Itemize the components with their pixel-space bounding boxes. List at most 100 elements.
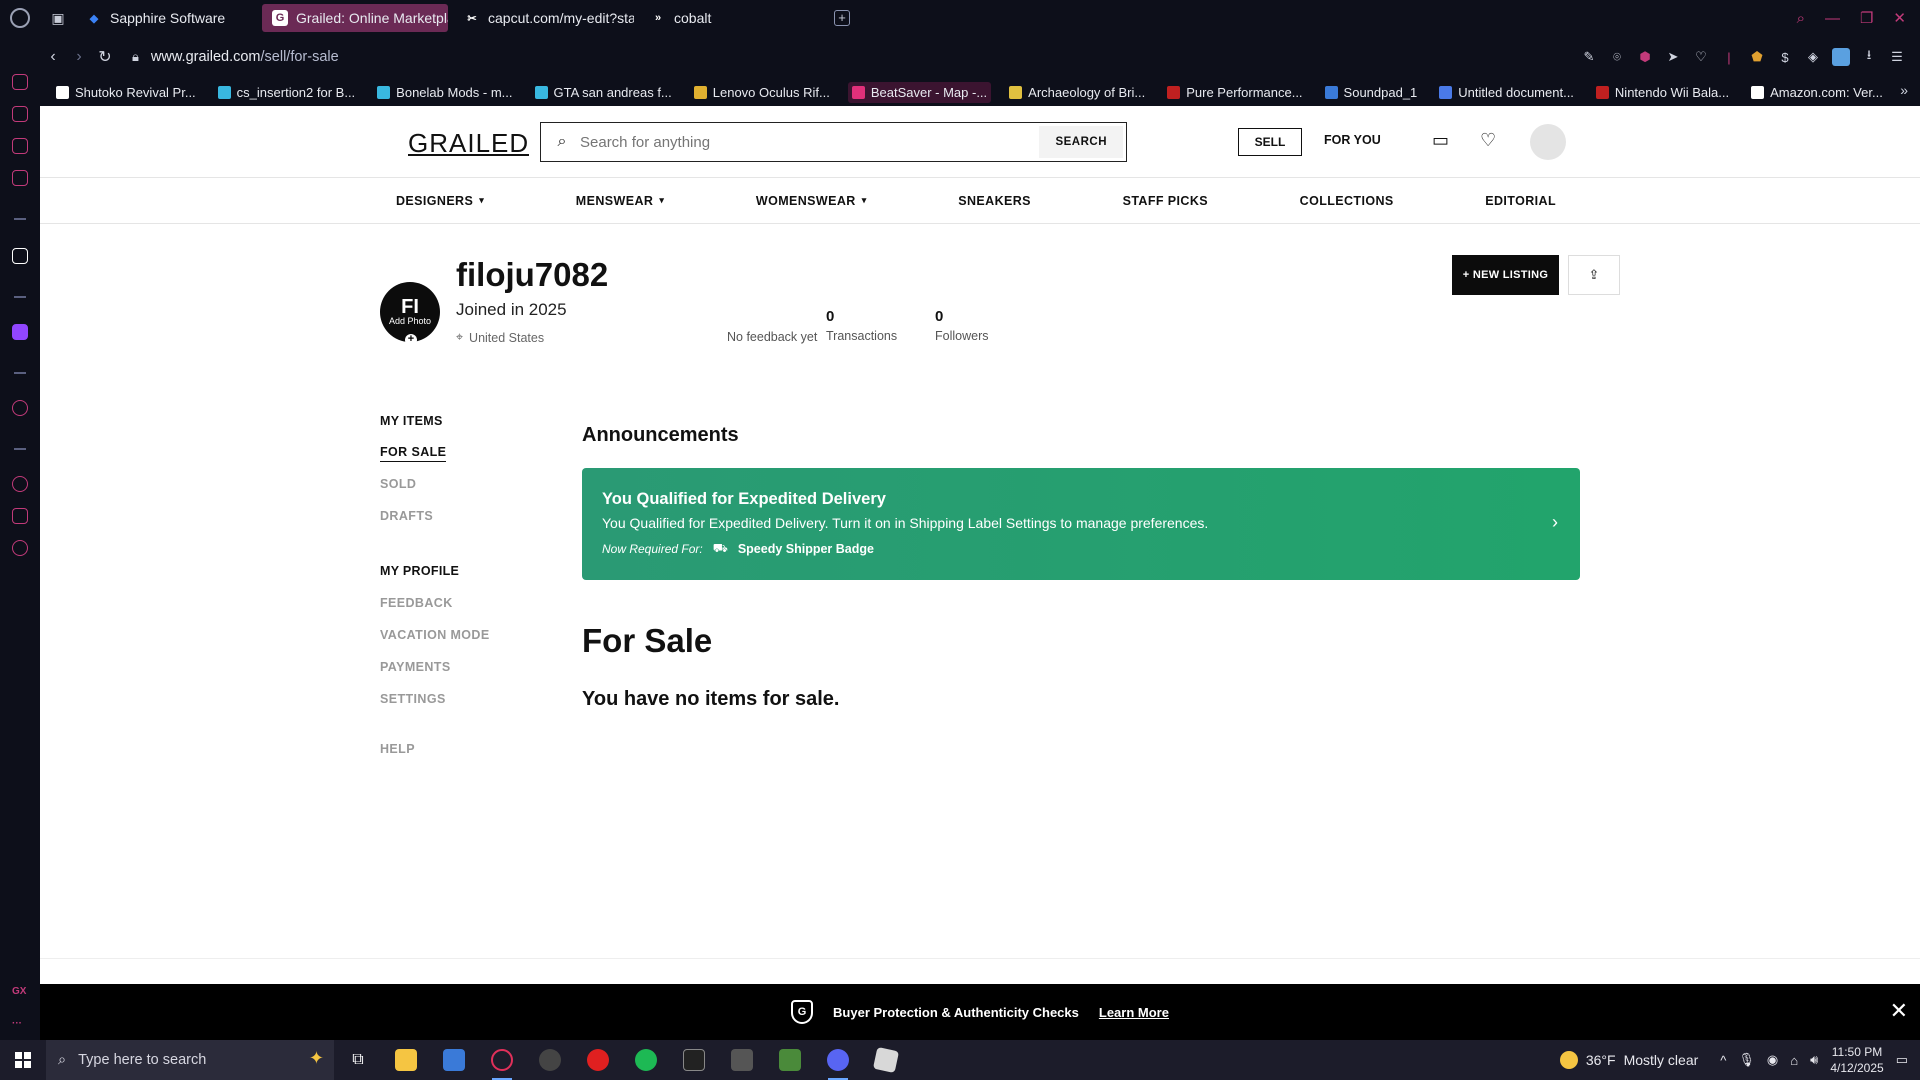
nav-designers[interactable]: DESIGNERS ▾	[396, 194, 484, 208]
sidebar-extensions-icon[interactable]	[12, 508, 28, 524]
sidebar-item-vacation[interactable]: VACATION MODE	[380, 628, 490, 642]
file-explorer-icon[interactable]	[382, 1040, 430, 1080]
sidebar-item-sold[interactable]: SOLD	[380, 477, 416, 491]
nav-editorial[interactable]: EDITORIAL	[1485, 194, 1556, 208]
bookmark-item[interactable]: Amazon.com: Ver...	[1747, 82, 1887, 103]
xbox-icon[interactable]	[718, 1040, 766, 1080]
nav-collections[interactable]: COLLECTIONS	[1300, 194, 1394, 208]
notifications-icon[interactable]: ▭	[1896, 1052, 1908, 1068]
back-icon[interactable]: ‹	[40, 48, 66, 66]
sidebar-refresh-icon[interactable]	[12, 74, 28, 90]
sidebar-mail-icon[interactable]	[12, 170, 28, 186]
share-icon[interactable]: ⇪	[1568, 255, 1620, 295]
bookmark-item[interactable]: Bonelab Mods - m...	[373, 82, 516, 103]
bookmark-item[interactable]: Nintendo Wii Bala...	[1592, 82, 1733, 103]
sidebar-more-icon[interactable]: ···	[12, 1018, 22, 1029]
sell-button[interactable]: SELL	[1238, 128, 1302, 156]
new-listing-button[interactable]: + NEW LISTING	[1452, 255, 1559, 295]
medal-icon[interactable]: ⬟	[1748, 48, 1766, 66]
network-icon[interactable]: ⌂	[1790, 1053, 1798, 1068]
sidebar-history-icon[interactable]	[12, 476, 28, 492]
close-window-icon[interactable]: ✕	[1893, 9, 1906, 27]
download-icon[interactable]: ⭳	[1860, 47, 1878, 66]
microphone-icon[interactable]: 🎙︎	[1738, 1052, 1755, 1068]
search-tabs-icon[interactable]: ⌕	[1797, 10, 1805, 27]
user-avatar-icon[interactable]	[1530, 124, 1566, 160]
volume-icon[interactable]: 🔊︎	[1810, 1052, 1818, 1068]
forward-icon[interactable]: ›	[66, 48, 92, 66]
bookmark-item[interactable]: Soundpad_1	[1321, 82, 1422, 103]
feedback-summary[interactable]: No feedback yet	[727, 330, 817, 344]
sidebar-item-payments[interactable]: PAYMENTS	[380, 660, 451, 674]
expedited-delivery-banner[interactable]: You Qualified for Expedited Delivery You…	[582, 468, 1580, 580]
favorites-heart-icon[interactable]: ♡	[1480, 130, 1496, 151]
nav-staff-picks[interactable]: STAFF PICKS	[1123, 194, 1208, 208]
minimize-icon[interactable]: —	[1825, 10, 1840, 27]
app-icon[interactable]	[526, 1040, 574, 1080]
spotify-icon[interactable]	[622, 1040, 670, 1080]
sidebar-aria-icon[interactable]	[12, 248, 28, 264]
windows-start-icon[interactable]	[0, 1040, 46, 1080]
opera-gx-logo-icon[interactable]	[0, 0, 40, 36]
search-button[interactable]: SEARCH	[1039, 126, 1123, 158]
followers-stat[interactable]: 0 Followers	[935, 308, 989, 343]
webcam-icon[interactable]: ◉	[1767, 1052, 1778, 1068]
bookmark-item[interactable]: cs_insertion2 for B...	[214, 82, 360, 103]
microsoft-store-icon[interactable]	[430, 1040, 478, 1080]
sidebar-item-help[interactable]: HELP	[380, 742, 415, 756]
sidebar-item-for-sale[interactable]: FOR SALE	[380, 445, 447, 462]
minecraft-icon[interactable]	[766, 1040, 814, 1080]
sidebar-gx-icon[interactable]: GX	[12, 986, 26, 997]
learn-more-link[interactable]: Learn More	[1099, 1005, 1169, 1020]
weather-ext-icon[interactable]	[1832, 48, 1850, 66]
sidebar-settings-icon[interactable]	[12, 540, 28, 556]
sidebar-gx-control-icon[interactable]	[12, 106, 28, 122]
nav-womenswear[interactable]: WOMENSWEAR ▾	[756, 194, 867, 208]
task-view-icon[interactable]: ⧉	[334, 1040, 382, 1080]
tab-grailed[interactable]: G Grailed: Online Marketplace	[262, 4, 448, 32]
tab-cobalt[interactable]: » cobalt	[640, 4, 820, 32]
bookmark-item[interactable]: Untitled document...	[1435, 82, 1578, 103]
sidebar-item-settings[interactable]: SETTINGS	[380, 692, 446, 706]
tab-sapphire[interactable]: ◆ Sapphire Software	[76, 4, 256, 32]
messages-icon[interactable]: ▭	[1432, 130, 1449, 151]
sidebar-player-icon[interactable]	[12, 400, 28, 416]
vpn-shield-icon[interactable]: ⬢	[1636, 48, 1654, 66]
weather-widget[interactable]: 36°F Mostly clear	[1559, 1051, 1698, 1069]
chevron-right-icon[interactable]: ›	[1552, 512, 1558, 533]
edit-icon[interactable]: ✎	[1580, 48, 1598, 66]
chevron-up-icon[interactable]: ^	[1720, 1053, 1726, 1068]
sidebar-tv-icon[interactable]	[12, 138, 28, 154]
tab-islands-icon[interactable]: ▣	[40, 0, 76, 36]
send-icon[interactable]: ➤	[1664, 48, 1682, 66]
search-input[interactable]	[580, 133, 1040, 151]
bookmark-item[interactable]: Shutoko Revival Pr...	[52, 82, 200, 103]
reload-icon[interactable]: ↻	[92, 47, 118, 67]
maximize-icon[interactable]: ❐	[1860, 9, 1873, 27]
nav-sneakers[interactable]: SNEAKERS	[958, 194, 1031, 208]
nav-menswear[interactable]: MENSWEAR ▾	[576, 194, 664, 208]
heart-icon[interactable]: ♡	[1692, 48, 1710, 66]
call-of-duty-icon[interactable]	[670, 1040, 718, 1080]
camera-icon[interactable]: ⌾	[1608, 48, 1626, 66]
discord-icon[interactable]	[814, 1040, 862, 1080]
cube-icon[interactable]: ◈	[1804, 48, 1822, 66]
bookmark-item[interactable]: Archaeology of Bri...	[1005, 82, 1149, 103]
dollar-icon[interactable]: $	[1776, 48, 1794, 66]
close-icon[interactable]: ✕	[1890, 998, 1908, 1024]
more-bookmarks-icon[interactable]: »	[1900, 82, 1908, 98]
sidebar-item-drafts[interactable]: DRAFTS	[380, 509, 433, 523]
youtube-icon[interactable]	[574, 1040, 622, 1080]
sidebar-twitch-icon[interactable]	[12, 324, 28, 340]
bookmark-item[interactable]: Lenovo Oculus Rif...	[690, 82, 834, 103]
roblox-icon[interactable]	[862, 1040, 910, 1080]
transactions-stat[interactable]: 0 Transactions	[826, 308, 897, 343]
opera-gx-taskbar-icon[interactable]	[478, 1040, 526, 1080]
for-you-link[interactable]: FOR YOU	[1324, 133, 1381, 147]
clock[interactable]: 11:50 PM 4/12/2025	[1830, 1044, 1883, 1076]
bookmark-item[interactable]: BeatSaver - Map -...	[847, 81, 992, 103]
profile-avatar[interactable]: FI Add Photo +	[380, 282, 440, 346]
new-tab-plus-icon[interactable]: +	[834, 10, 850, 26]
add-photo-plus-icon[interactable]: +	[405, 334, 417, 346]
grailed-logo[interactable]: GRAILED	[408, 128, 530, 159]
